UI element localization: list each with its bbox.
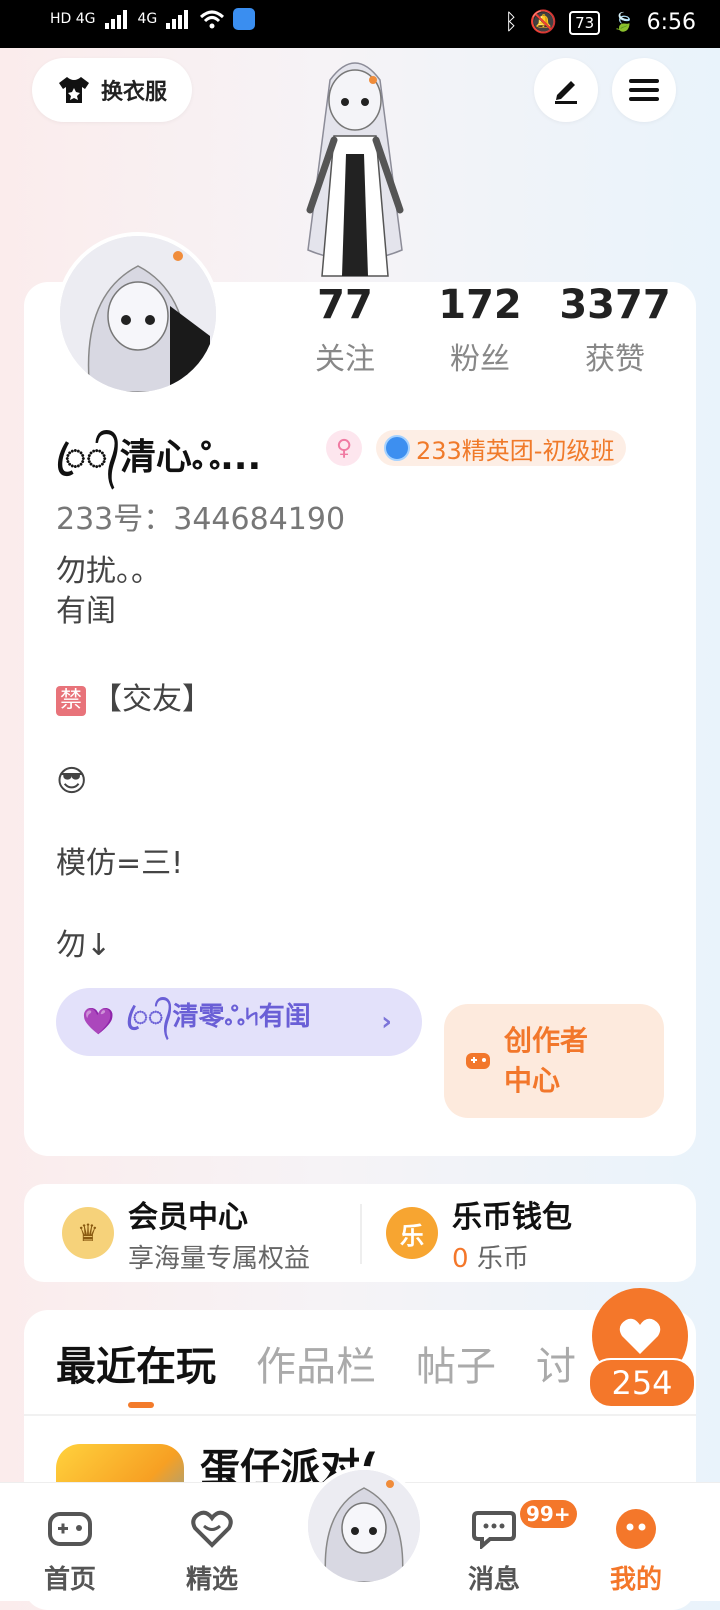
tab-works[interactable]: 作品栏 — [256, 1334, 376, 1392]
user-id: 233号：344684190 — [56, 502, 346, 537]
tab-recent-play[interactable]: 最近在玩 — [56, 1334, 216, 1408]
avatar-portrait — [60, 236, 216, 392]
pencil-icon — [555, 81, 577, 104]
change-outfit-label: 换衣服 — [100, 80, 167, 105]
nav-featured-label: 精选 — [185, 1565, 238, 1595]
tab-divider — [24, 1414, 696, 1416]
tab-posts[interactable]: 帖子 — [416, 1334, 496, 1392]
bio-line — [56, 720, 212, 762]
bio-line — [56, 632, 212, 674]
bio-line-ban: 禁【交友】 — [56, 680, 212, 720]
nav-home-label: 首页 — [43, 1565, 96, 1595]
bio-line: 有闺 — [56, 594, 116, 629]
stat-followers[interactable]: 172 粉丝 — [415, 282, 545, 378]
bio-line: 勿扰。。 — [56, 554, 161, 589]
bio-line — [56, 802, 212, 844]
stat-value: 172 — [438, 282, 522, 328]
like-count: 254 — [588, 1358, 696, 1408]
messages-badge: 99+ — [520, 1500, 577, 1528]
wallet-count: 0 — [452, 1243, 469, 1274]
divider — [360, 1204, 362, 1264]
network-left: HD 4G — [50, 11, 96, 27]
username: ꦿ᭄清心ஃ... — [56, 437, 262, 478]
ban-tag: 禁 — [56, 685, 87, 716]
bio-line: 勿↓ — [56, 928, 112, 963]
wallet-balance: 0 乐币 — [452, 1238, 572, 1275]
chat-icon — [470, 1505, 518, 1553]
avatar[interactable] — [56, 232, 220, 396]
vip-title: 会员中心 — [128, 1199, 248, 1235]
elite-badge[interactable]: 233精英团-初级班 — [376, 430, 627, 466]
elite-badge-label: 233精英团-初级班 — [416, 436, 615, 465]
bio-line: 【交友】 — [92, 682, 213, 717]
profile-stats: 77 关注 172 粉丝 3377 获赞 — [280, 282, 680, 378]
nav-mine-label: 我的 — [609, 1565, 662, 1595]
tab-bar: 最近在玩 作品栏 帖子 讨 — [56, 1334, 576, 1408]
nav-avatar-button[interactable] — [304, 1466, 424, 1586]
creator-center-button[interactable]: 创作者中心 — [444, 1004, 664, 1118]
change-outfit-button[interactable]: 换衣服 — [32, 58, 192, 122]
wallet-unit: 乐币 — [476, 1243, 529, 1274]
stat-label: 获赞 — [585, 342, 645, 377]
crown-icon: ♛ — [62, 1207, 114, 1259]
elite-shield-icon — [384, 435, 410, 461]
bluetooth-icon: ᛒ — [504, 10, 518, 35]
menu-button[interactable] — [612, 58, 676, 122]
creator-label: 创作者中心 — [504, 1024, 589, 1097]
nav-featured[interactable]: 精选 — [162, 1483, 262, 1601]
stat-label: 粉丝 — [450, 342, 510, 377]
bio-line: 😎 — [56, 764, 88, 799]
wallet-entry[interactable]: 乐 乐币钱包 0 乐币 — [386, 1184, 572, 1282]
edit-profile-button[interactable] — [534, 58, 598, 122]
nav-mine[interactable]: 我的 — [586, 1483, 686, 1601]
coin-icon: 乐 — [386, 1207, 438, 1259]
network-right: 4G — [137, 11, 158, 27]
member-wallet-card: ♛ 会员中心 享海量专属权益 乐 乐币钱包 0 乐币 — [24, 1184, 696, 1282]
heart-icon — [619, 1318, 661, 1354]
signal-icon-2 — [166, 10, 189, 29]
nav-avatar-portrait — [308, 1470, 420, 1582]
gamepad-icon — [46, 1505, 94, 1553]
hamburger-icon — [629, 79, 659, 101]
group-link-button[interactable]: 💜 ꦿ᭄清零ஃ৸有闺 › — [56, 988, 422, 1056]
nav-home[interactable]: 首页 — [20, 1483, 120, 1601]
face-icon — [612, 1505, 660, 1553]
signal-indicators: HD 4G 4G — [50, 8, 256, 30]
stat-value: 3377 — [559, 282, 671, 328]
wallet-title: 乐币钱包 — [452, 1199, 572, 1235]
stat-value: 77 — [317, 282, 373, 328]
heart-icon: 💜 — [82, 1007, 115, 1037]
clock: 6:56 — [646, 10, 696, 35]
group-label: ꦿ᭄清零ஃ৸有闺 — [126, 1001, 311, 1032]
gamepad-icon — [466, 1053, 490, 1069]
chevron-right-icon: › — [381, 1007, 392, 1037]
avatar-character-figure[interactable] — [270, 50, 440, 286]
stat-following[interactable]: 77 关注 — [280, 282, 410, 378]
mute-bell-icon: 🔕 — [529, 10, 558, 35]
bio-line: 模仿=三! — [56, 846, 184, 881]
cloud-icon — [233, 8, 256, 30]
leaf-icon: 🍃 — [612, 12, 635, 33]
stat-label: 关注 — [315, 342, 375, 377]
vip-subtitle: 享海量专属权益 — [128, 1243, 311, 1274]
tab-comments[interactable]: 讨 — [536, 1334, 576, 1392]
status-bar: HD 4G 4G ᛒ 🔕 73 🍃 6:56 — [0, 0, 720, 48]
heart-outline-icon — [188, 1505, 236, 1553]
stat-likes[interactable]: 3377 获赞 — [550, 282, 680, 378]
nav-messages-label: 消息 — [467, 1565, 520, 1595]
signal-icon — [104, 10, 127, 29]
tshirt-icon — [58, 77, 89, 103]
vip-center-entry[interactable]: ♛ 会员中心 享海量专属权益 — [62, 1184, 310, 1282]
bio-line — [56, 884, 212, 926]
wifi-icon — [200, 10, 225, 29]
female-icon: ♀ — [326, 430, 362, 466]
bio: 勿扰。。 有闺 禁【交友】 😎 模仿=三! 勿↓ — [56, 552, 212, 966]
battery-indicator: 73 — [569, 10, 601, 35]
